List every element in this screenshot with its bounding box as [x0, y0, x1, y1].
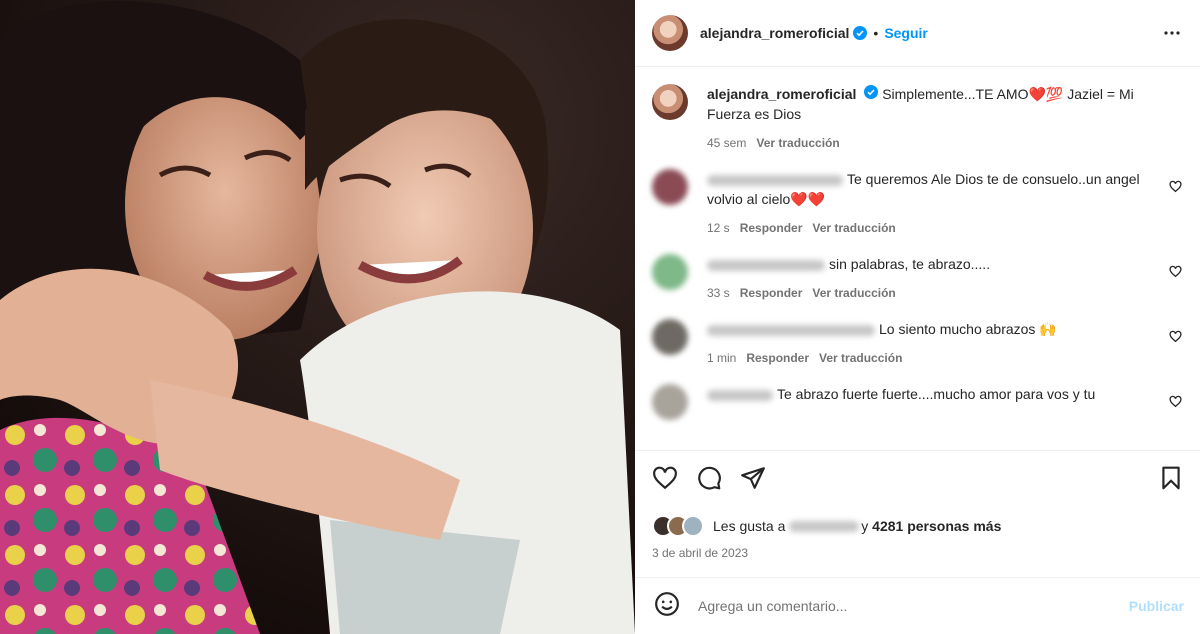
comment-bubble-icon[interactable] — [696, 465, 722, 496]
comment-time[interactable]: 12 s — [707, 218, 730, 238]
author-avatar[interactable] — [652, 15, 688, 51]
translate-link[interactable]: Ver traducción — [812, 218, 895, 238]
like-comment-heart-icon[interactable] — [1169, 265, 1182, 283]
comment-item: Te abrazo fuerte fuerte....mucho amor pa… — [652, 384, 1184, 420]
author-username[interactable]: alejandra_romeroficial — [700, 25, 849, 41]
emoji-icon[interactable] — [654, 591, 680, 622]
likes-count[interactable]: 4281 personas más — [872, 518, 1001, 534]
comment-text: Lo siento mucho abrazos 🙌 — [879, 321, 1057, 337]
caption-translate-link[interactable]: Ver traducción — [756, 133, 839, 153]
caption-username[interactable]: alejandra_romeroficial — [707, 86, 856, 102]
translate-link[interactable]: Ver traducción — [812, 283, 895, 303]
post-actions: Les gusta a y 4281 personas más 3 de abr… — [635, 450, 1200, 560]
reply-link[interactable]: Responder — [740, 218, 803, 238]
like-comment-heart-icon[interactable] — [1169, 395, 1182, 413]
post-date[interactable]: 3 de abril de 2023 — [652, 546, 1184, 560]
liker-username-blurred[interactable] — [789, 520, 860, 532]
translate-link[interactable]: Ver traducción — [819, 348, 902, 368]
liker-avatars[interactable] — [652, 515, 704, 537]
comment-input[interactable] — [698, 598, 1129, 614]
like-comment-heart-icon[interactable] — [1169, 180, 1182, 198]
like-comment-heart-icon[interactable] — [1169, 330, 1182, 348]
likes-connector: y — [861, 518, 869, 534]
caption-verified-icon — [864, 85, 879, 99]
post-header: alejandra_romeroficial • Seguir — [635, 0, 1200, 67]
comment-item: Lo siento mucho abrazos 🙌 1 min Responde… — [652, 319, 1184, 368]
reply-link[interactable]: Responder — [746, 348, 809, 368]
verified-badge-icon — [853, 26, 868, 40]
caption-avatar[interactable] — [652, 84, 688, 120]
commenter-username-blurred[interactable] — [707, 174, 843, 186]
commenter-username-blurred[interactable] — [707, 324, 875, 336]
commenter-avatar[interactable] — [652, 254, 688, 290]
more-options-icon[interactable] — [1160, 21, 1184, 45]
commenter-avatar[interactable] — [652, 384, 688, 420]
share-send-icon[interactable] — [740, 465, 766, 496]
comment-text: Te abrazo fuerte fuerte....mucho amor pa… — [777, 386, 1096, 402]
commenter-avatar[interactable] — [652, 319, 688, 355]
likes-summary: Les gusta a y 4281 personas más — [652, 515, 1184, 537]
comment-item: sin palabras, te abrazo..... 33 s Respon… — [652, 254, 1184, 303]
caption-time[interactable]: 45 sem — [707, 133, 746, 153]
follow-button[interactable]: Seguir — [884, 25, 928, 41]
comment-item: Te queremos Ale Dios te de consuelo..un … — [652, 169, 1184, 238]
commenter-username-blurred[interactable] — [707, 389, 773, 401]
reply-link[interactable]: Responder — [740, 283, 803, 303]
caption: alejandra_romeroficial Simplemente...TE … — [652, 84, 1184, 153]
post-dialog: alejandra_romeroficial • Seguir alejandr… — [0, 0, 1200, 634]
add-comment-bar: Publicar — [635, 577, 1200, 634]
likes-prefix: Les gusta a — [713, 518, 786, 534]
comment-time[interactable]: 33 s — [707, 283, 730, 303]
separator-dot: • — [873, 25, 879, 41]
commenter-username-blurred[interactable] — [707, 259, 825, 271]
comment-time[interactable]: 1 min — [707, 348, 736, 368]
like-heart-icon[interactable] — [652, 465, 678, 496]
photo-illustration — [0, 0, 635, 634]
bookmark-icon[interactable] — [1158, 465, 1184, 496]
commenter-avatar[interactable] — [652, 169, 688, 205]
post-photo[interactable] — [0, 0, 635, 634]
comments-list[interactable]: alejandra_romeroficial Simplemente...TE … — [635, 67, 1200, 450]
post-side-panel: alejandra_romeroficial • Seguir alejandr… — [635, 0, 1200, 634]
publish-button[interactable]: Publicar — [1129, 598, 1184, 614]
comment-text: sin palabras, te abrazo..... — [829, 256, 991, 272]
